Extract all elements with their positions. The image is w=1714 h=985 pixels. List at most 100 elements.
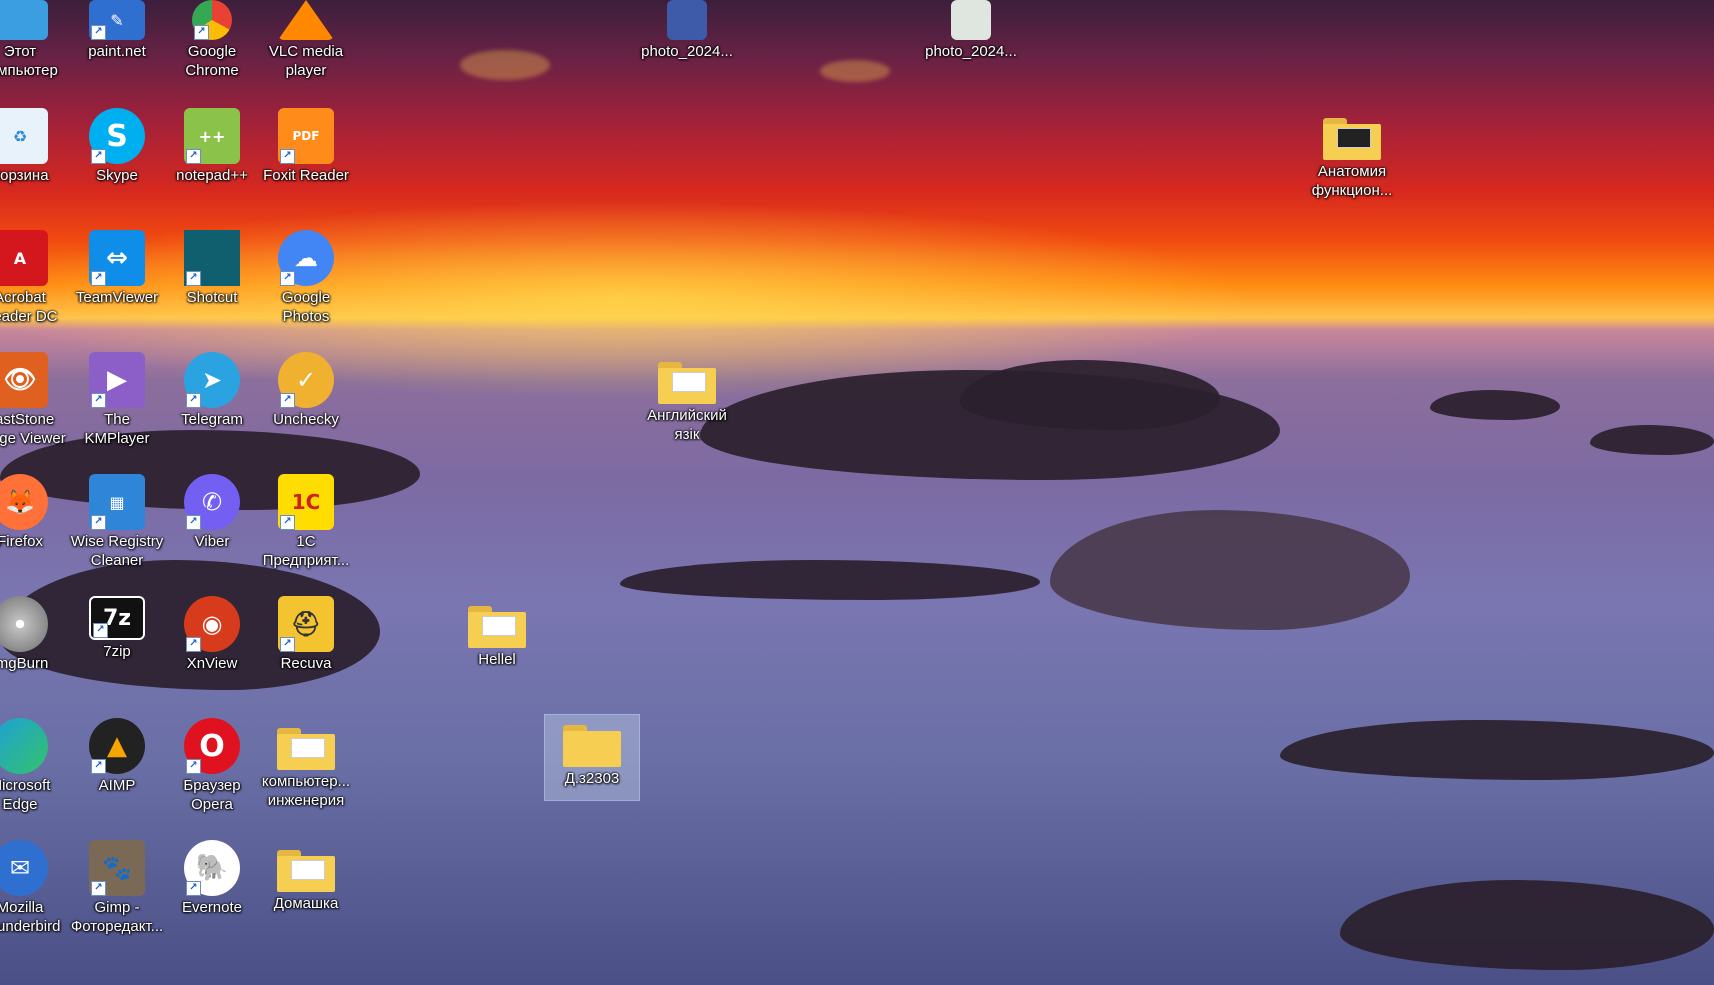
desktop-icon-teamviewer[interactable]: ⇔ ↗ TeamViewer [70, 230, 164, 307]
desktop-icon-vlc[interactable]: VLC media player [259, 0, 353, 80]
shortcut-arrow-icon: ↗ [280, 515, 295, 530]
thunderbird-icon: ✉ [0, 840, 48, 896]
desktop-folder-dz2303[interactable]: Д.з2303 [544, 714, 640, 801]
shortcut-arrow-icon: ↗ [186, 515, 201, 530]
icon-label: Mozilla Thunderbird [0, 899, 61, 935]
icon-label: Д.з2303 [564, 770, 620, 787]
icon-label: paint.net [88, 43, 146, 60]
vlc-icon [278, 0, 334, 40]
telegram-icon: ➤ ↗ [184, 352, 240, 408]
rock-formation [1050, 510, 1410, 630]
shortcut-arrow-icon: ↗ [186, 759, 201, 774]
acrobat-icon: A [0, 230, 48, 286]
firefox-icon: 🦊 [0, 474, 48, 530]
desktop-icon-photo-2024-a[interactable]: photo_2024... [640, 0, 734, 61]
sunset-cloud [820, 60, 890, 82]
desktop-icon-imgburn[interactable]: ImgBurn [0, 596, 67, 673]
skype-icon: S ↗ [89, 108, 145, 164]
desktop-icon-opera[interactable]: O ↗ Браузер Opera [165, 718, 259, 814]
rock-formation [1280, 720, 1714, 780]
desktop-icon-gimp[interactable]: 🐾 ↗ Gimp - Фоторедакт... [70, 840, 164, 936]
icon-label: Skype [96, 167, 138, 184]
desktop-icon-thunderbird[interactable]: ✉ Mozilla Thunderbird [0, 840, 67, 936]
shortcut-arrow-icon: ↗ [186, 393, 201, 408]
desktop-icon-acrobat-reader[interactable]: A Acrobat Reader DC [0, 230, 67, 326]
shortcut-arrow-icon: ↗ [280, 271, 295, 286]
desktop-icon-faststone[interactable]: 👁 FastStone Image Viewer [0, 352, 67, 448]
icon-label: Evernote [181, 899, 243, 916]
desktop-icon-wise-registry-cleaner[interactable]: ▦ ↗ Wise Registry Cleaner [70, 474, 164, 570]
notepad-plus-icon: ++ ↗ [184, 108, 240, 164]
paintnet-icon: ✎ ↗ [89, 0, 145, 40]
desktop-icon-microsoft-edge[interactable]: Microsoft Edge [0, 718, 67, 814]
desktop-folder-english[interactable]: Английский язік [640, 352, 734, 444]
desktop-icon-notepad-plus-plus[interactable]: ++ ↗ notepad++ [165, 108, 259, 185]
imgburn-icon [0, 596, 48, 652]
icon-label: Анатомия функцион... [1311, 163, 1393, 199]
icon-label: Hellel [478, 651, 516, 668]
folder-icon [468, 606, 526, 648]
desktop-folder-hellel[interactable]: Hellel [450, 596, 544, 669]
desktop-icon-xnview[interactable]: ◉ ↗ XnView [165, 596, 259, 673]
shortcut-arrow-icon: ↗ [91, 759, 106, 774]
icon-label: FastStone Image Viewer [0, 411, 66, 447]
shortcut-arrow-icon: ↗ [280, 149, 295, 164]
icon-label: Viber [194, 533, 230, 550]
icon-label: Recuva [280, 655, 332, 672]
sunset-cloud [460, 50, 550, 80]
shortcut-arrow-icon: ↗ [194, 25, 209, 40]
icon-label: Домашка [273, 895, 339, 912]
icon-label: Браузер Opera [183, 777, 241, 813]
rock-formation [1340, 880, 1714, 970]
icon-label: Unchecky [273, 411, 339, 428]
xnview-icon: ◉ ↗ [184, 596, 240, 652]
desktop-folder-anatomy[interactable]: Анатомия функцион... [1305, 108, 1399, 200]
desktop-icon-google-chrome[interactable]: ↗ Google Chrome [165, 0, 259, 80]
desktop-icon-this-pc[interactable]: Этот компьютер [0, 0, 67, 80]
rock-formation [960, 360, 1220, 430]
desktop-icon-unchecky[interactable]: ✓ ↗ Unchecky [259, 352, 353, 429]
desktop-folder-domashka[interactable]: Домашка [259, 840, 353, 913]
opera-icon: O ↗ [184, 718, 240, 774]
desktop-icon-evernote[interactable]: 🐘 ↗ Evernote [165, 840, 259, 917]
desktop-icon-recuva[interactable]: ⛑ ↗ Recuva [259, 596, 353, 673]
desktop-icon-kmplayer[interactable]: ▶ ↗ The KMPlayer [70, 352, 164, 448]
desktop-icon-paint-net[interactable]: ✎ ↗ paint.net [70, 0, 164, 61]
desktop-icon-firefox[interactable]: 🦊 Firefox [0, 474, 67, 551]
desktop-icon-1c[interactable]: 1С ↗ 1С Предприят... [259, 474, 353, 570]
icon-label: Google Chrome [185, 43, 239, 79]
desktop-icon-foxit-reader[interactable]: PDF ↗ Foxit Reader [259, 108, 353, 185]
1c-icon: 1С ↗ [278, 474, 334, 530]
desktop-icon-shotcut[interactable]: ↗ Shotcut [165, 230, 259, 307]
desktop-folder-computer-engineering[interactable]: компьютер... инженерия [259, 718, 353, 810]
icon-label: Этот компьютер [0, 43, 58, 79]
icon-label: Английский язік [647, 407, 727, 443]
shortcut-arrow-icon: ↗ [186, 149, 201, 164]
faststone-icon: 👁 [0, 352, 48, 408]
folder-icon [1323, 118, 1381, 160]
icon-label: notepad++ [176, 167, 248, 184]
shortcut-arrow-icon: ↗ [91, 393, 106, 408]
desktop-icon-photo-2024-b[interactable]: photo_2024... [924, 0, 1018, 61]
teamviewer-icon: ⇔ ↗ [89, 230, 145, 286]
desktop-icon-telegram[interactable]: ➤ ↗ Telegram [165, 352, 259, 429]
icon-label: Shotcut [186, 289, 238, 306]
desktop-icon-aimp[interactable]: ▲ ↗ AIMP [70, 718, 164, 795]
icon-label: VLC media player [268, 43, 344, 79]
folder-icon [277, 728, 335, 770]
desktop-background[interactable]: Этот компьютер ✎↗ paint.net ↗ Google Chr… [0, 0, 1714, 985]
image-file-icon [951, 0, 991, 40]
desktop-icon-recycle-bin[interactable]: ♻ Корзина [0, 108, 67, 185]
icon-label: TeamViewer [75, 289, 159, 306]
icon-label: ImgBurn [0, 655, 49, 672]
icon-label: AIMP [98, 777, 136, 794]
edge-icon [0, 718, 48, 774]
rock-formation [1430, 390, 1560, 420]
desktop-icon-google-photos[interactable]: ☁ ↗ Google Photos [259, 230, 353, 326]
foxit-icon: PDF ↗ [278, 108, 334, 164]
icon-label: 7zip [103, 643, 131, 660]
desktop-icon-7zip[interactable]: 7z ↗ 7zip [70, 596, 164, 661]
desktop-icon-viber[interactable]: ✆ ↗ Viber [165, 474, 259, 551]
desktop-icon-skype[interactable]: S ↗ Skype [70, 108, 164, 185]
folder-icon [658, 362, 716, 404]
